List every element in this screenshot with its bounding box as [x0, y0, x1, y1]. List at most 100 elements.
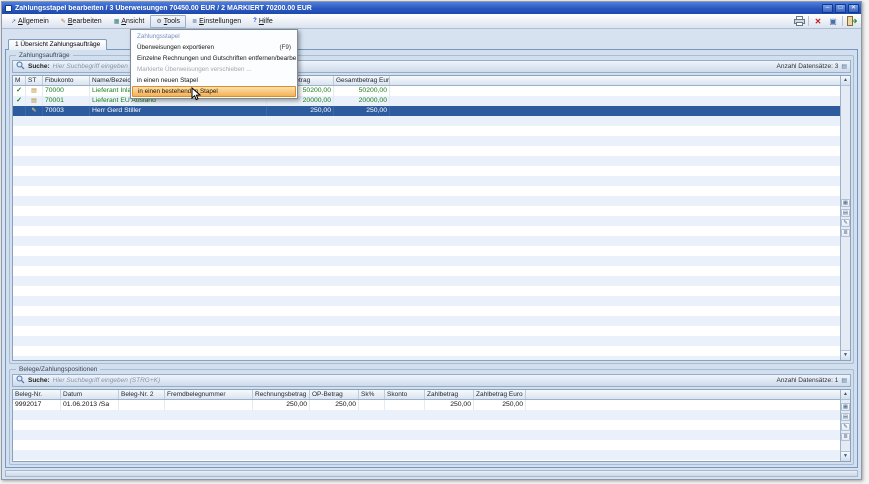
positions-table-tools: ▦ ▤ ✎ ≣ [841, 400, 850, 451]
menu-allgemein[interactable]: ↗Allgemein [5, 15, 55, 28]
view-icon: ▦ [114, 18, 120, 25]
column-header-fremdbelegnummer[interactable]: Fremdbelegnummer [165, 390, 253, 399]
window-controls: – □ ✕ [822, 4, 859, 13]
positions-group-label: Belege/Zahlungspositionen [16, 366, 100, 373]
toolbar-separator [842, 16, 843, 26]
menu-item-shortcut: (F9) [279, 44, 291, 51]
column-header-zahlbetrag-euro[interactable]: Zahlbetrag Euro [474, 390, 526, 399]
empty-row [13, 266, 840, 276]
close-button[interactable]: ✕ [848, 4, 859, 13]
tools-icon: ⚙ [156, 18, 161, 25]
menu-label: Bearbeiten [68, 18, 102, 25]
payments-scrollbar[interactable]: ▲ ▦ ▤ ✎ ≣ ▼ [840, 76, 850, 360]
title-bar[interactable]: Zahlungsstapel bearbeiten / 3 Überweisun… [2, 2, 861, 14]
column-header-zahlbetrag[interactable]: Zahlbetrag [425, 390, 474, 399]
grid-options-icon[interactable]: ▤ [841, 63, 847, 70]
menu-ansicht[interactable]: ▦Ansicht [108, 15, 151, 28]
column-header-st[interactable]: ST [26, 76, 43, 85]
scroll-down-icon[interactable]: ▼ [841, 350, 850, 360]
menu-bar: ↗Allgemein✎Bearbeiten▦Ansicht⚙Tools≣Eins… [2, 14, 861, 29]
grid-options-icon[interactable]: ▤ [841, 377, 847, 384]
empty-row [13, 236, 840, 246]
mouse-cursor [191, 87, 203, 101]
tab-label: 1 Übersicht Zahlungsaufträge [15, 41, 100, 48]
payments-group-label: Zahlungsaufträge [16, 52, 73, 59]
row-list-icon[interactable]: ▤ [841, 413, 850, 421]
toolbar-separator [808, 16, 809, 26]
column-header-beleg-nr-2[interactable]: Beleg-Nr. 2 [119, 390, 165, 399]
empty-row [13, 296, 840, 306]
tools-menu: Zahlungsstapel Überweisungen exportieren (… [130, 29, 298, 99]
maximize-button[interactable]: □ [835, 4, 846, 13]
menu-item-label: Überweisungen exportieren [137, 44, 214, 51]
app-icon [5, 5, 12, 12]
positions-scrollbar[interactable]: ▲ ▦ ▤ ✎ ≣ ▼ [840, 390, 850, 461]
menu-item-label: in einen neuen Stapel [137, 77, 198, 84]
column-grid-icon[interactable]: ▦ [841, 403, 850, 411]
scroll-down-icon[interactable]: ▼ [841, 451, 850, 461]
row-list-icon[interactable]: ▤ [841, 209, 850, 217]
menu-item-in-einen-bestehenden-stapel[interactable]: in einen bestehenden Stapel [132, 86, 296, 97]
menu-item-einzelne-rechnungen-und-gutschriften-entfernen-bearbeiten[interactable]: Einzelne Rechnungen und Gutschriften ent… [132, 53, 296, 64]
empty-row [13, 410, 840, 420]
menu-item-zahlungsstapel: Zahlungsstapel [132, 31, 296, 42]
menu-bearbeiten[interactable]: ✎Bearbeiten [55, 15, 108, 28]
menu-label: Einstellungen [199, 18, 241, 25]
help-icon: ? [253, 18, 257, 24]
menu-item-label: in einen bestehenden Stapel [138, 88, 218, 95]
column-header-skonto[interactable]: Skonto [385, 390, 425, 399]
main-panel: Zahlungsaufträge Suche: Hier Suchbegriff… [5, 49, 858, 468]
app-window: Zahlungsstapel bearbeiten / 3 Überweisun… [1, 1, 862, 480]
tab-uebersicht-zahlungsauftraege[interactable]: 1 Übersicht Zahlungsaufträge [8, 39, 107, 50]
column-header-m[interactable]: M [13, 76, 26, 85]
empty-row [13, 356, 840, 360]
filter-icon[interactable]: ≣ [841, 229, 850, 237]
menu-item-überweisungen-exportieren[interactable]: Überweisungen exportieren (F9) [132, 42, 296, 53]
empty-row [13, 186, 840, 196]
column-header-op-betrag[interactable]: OP-Betrag [310, 390, 359, 399]
empty-row [13, 336, 840, 346]
column-header-rechnungsbetrag[interactable]: Rechnungsbetrag [253, 390, 310, 399]
column-header-datum[interactable]: Datum [61, 390, 119, 399]
column-grid-icon[interactable]: ▦ [841, 199, 850, 207]
column-header-gesamtbetrag-euro[interactable]: Gesamtbetrag Euro [334, 76, 390, 85]
table-row[interactable]: ✎70003Herr Gerd Stiller250,00250,00 [13, 106, 840, 116]
menu-hilfe[interactable]: ?Hilfe [247, 15, 279, 28]
column-header-filler [390, 76, 840, 85]
empty-row [13, 246, 840, 256]
menu-tools[interactable]: ⚙Tools [150, 15, 186, 28]
empty-row [13, 226, 840, 236]
window-title: Zahlungsstapel bearbeiten / 3 Überweisun… [15, 5, 822, 12]
menu-label: Hilfe [259, 18, 273, 25]
empty-row [13, 450, 840, 460]
edit-cell-icon[interactable]: ✎ [841, 219, 850, 227]
scroll-up-icon[interactable]: ▲ [841, 76, 850, 86]
scroll-up-icon[interactable]: ▲ [841, 390, 850, 400]
positions-search-bar: Suche: Hier Suchbegriff eingeben (STRG+K… [12, 374, 851, 387]
empty-row [13, 326, 840, 336]
empty-row [13, 316, 840, 326]
positions-search-input[interactable]: Hier Suchbegriff eingeben (STRG+K) [53, 377, 774, 384]
print-icon[interactable] [793, 16, 805, 27]
table-row[interactable]: 999201701.06.2013 /Sa250,00250,00250,002… [13, 400, 840, 410]
menu-item-in-einen-neuen-stapel[interactable]: in einen neuen Stapel [132, 75, 296, 86]
status-bar [5, 470, 858, 477]
menu-label: Ansicht [121, 18, 144, 25]
edit-cell-icon[interactable]: ✎ [841, 423, 850, 431]
payments-table-tools: ▦ ▤ ✎ ≣ [841, 86, 850, 350]
transfer-doc-icon: ▤ [26, 86, 43, 96]
cancel-icon[interactable]: ✕ [812, 16, 824, 27]
column-header-beleg-nr[interactable]: Beleg-Nr. [13, 390, 61, 399]
archive-icon[interactable]: ▣ [827, 16, 839, 27]
positions-group: Belege/Zahlungspositionen Suche: Hier Su… [9, 369, 854, 465]
filter-icon[interactable]: ≣ [841, 433, 850, 441]
menu-einstellungen[interactable]: ≣Einstellungen [186, 15, 247, 28]
exit-icon[interactable] [846, 16, 858, 27]
empty-row [13, 440, 840, 450]
menu-items: ↗Allgemein✎Bearbeiten▦Ansicht⚙Tools≣Eins… [5, 14, 279, 28]
menu-label: Allgemein [18, 18, 49, 25]
minimize-button[interactable]: – [822, 4, 833, 13]
search-label: Suche: [28, 63, 50, 70]
column-header-fibukonto[interactable]: Fibukonto [43, 76, 90, 85]
column-header-sk[interactable]: Sk% [359, 390, 385, 399]
